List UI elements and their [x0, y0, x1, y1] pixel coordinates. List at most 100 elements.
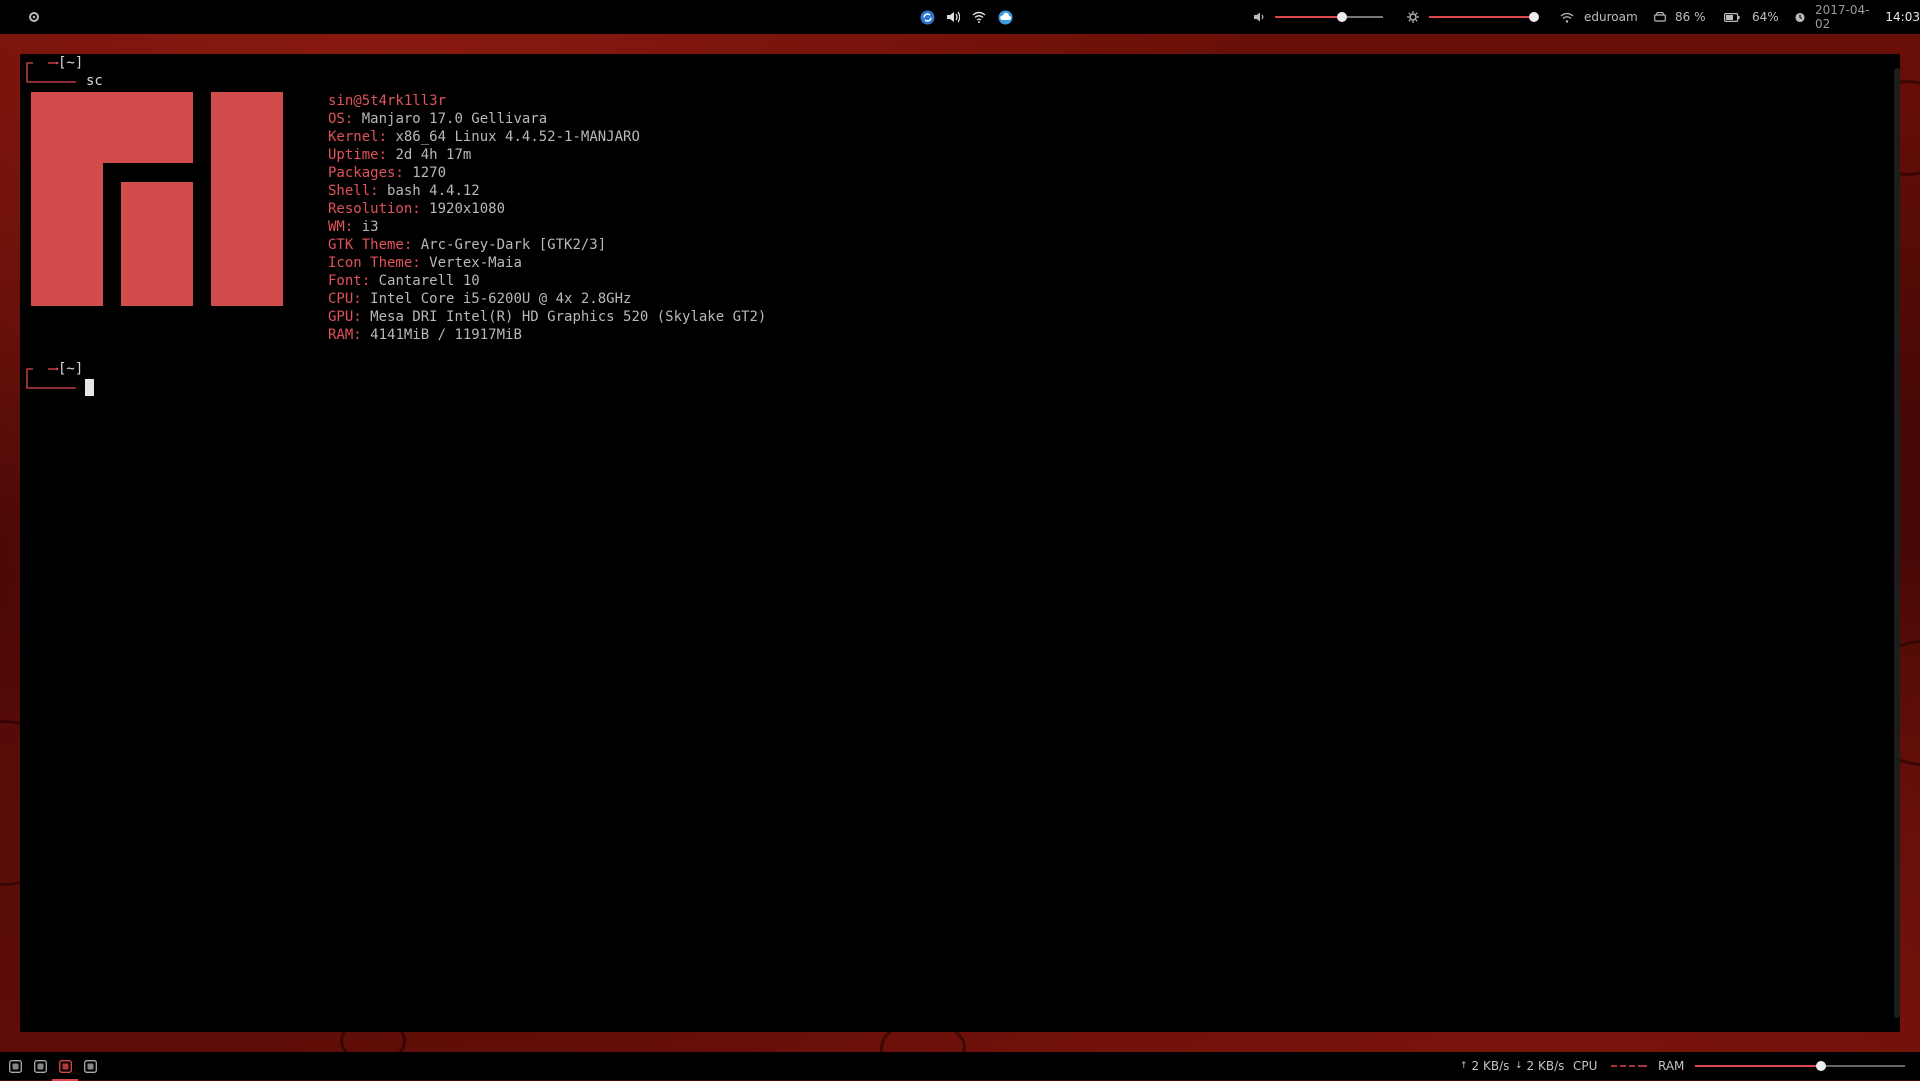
- info-value: Vertex-Maia: [429, 255, 522, 271]
- info-key: Kernel:: [328, 129, 388, 145]
- ram-bar-track: [1695, 1061, 1905, 1071]
- info-key: Icon Theme:: [328, 255, 421, 271]
- workspace-icon: [58, 1059, 72, 1073]
- clock[interactable]: 2017-04-02 14:03: [1795, 0, 1920, 34]
- ram-bar-fill: [1695, 1065, 1821, 1067]
- clock-icon: [1795, 12, 1805, 22]
- disk-icon: [1654, 12, 1666, 22]
- upload-speed: ↑ 2 KB/s: [1460, 1052, 1509, 1080]
- user-host: sin@5t4rk1ll3r: [328, 93, 447, 109]
- typed-command: sc: [86, 73, 103, 89]
- system-info-line: RAM: 4141MiB / 11917MiB: [328, 326, 522, 344]
- logo-block-left: [31, 92, 193, 163]
- terminal-scrollbar[interactable]: [1894, 68, 1900, 1018]
- info-key: Font:: [328, 273, 371, 289]
- system-info-line: CPU: Intel Core i5-6200U @ 4x 2.8GHz: [328, 290, 631, 308]
- wifi-icon: [972, 11, 986, 23]
- speaker-icon: [947, 11, 960, 23]
- info-key: WM:: [328, 219, 354, 235]
- disk-usage: 86 %: [1675, 10, 1706, 24]
- info-value: 4141MiB / 11917MiB: [370, 327, 522, 343]
- brightness-slider-handle[interactable]: [1529, 12, 1539, 22]
- info-key: Uptime:: [328, 147, 388, 163]
- prompt-directory: [~]: [58, 361, 84, 377]
- network-tray-icon[interactable]: [971, 9, 987, 25]
- ram-bar-marker: [1816, 1061, 1826, 1071]
- info-value: x86_64 Linux 4.4.52-1-MANJARO: [395, 129, 640, 145]
- cpu-label: CPU: [1573, 1059, 1598, 1073]
- cpu-monitor: CPU: [1573, 1052, 1648, 1080]
- info-key: OS:: [328, 111, 354, 127]
- brightness-control: [1407, 0, 1419, 34]
- volume-tray-icon[interactable]: [945, 9, 961, 25]
- download-rate: 2 KB/s: [1526, 1059, 1565, 1073]
- brightness-slider[interactable]: [1429, 0, 1539, 34]
- volume-slider[interactable]: [1275, 0, 1383, 34]
- workspace-button[interactable]: [81, 1057, 99, 1075]
- workspace-button[interactable]: [31, 1057, 49, 1075]
- volume-control: [1253, 0, 1265, 34]
- cloud-icon: [998, 10, 1012, 24]
- system-info-line: Shell: bash 4.4.12: [328, 182, 480, 200]
- info-value: 1270: [412, 165, 447, 181]
- info-key: GTK Theme:: [328, 237, 413, 253]
- volume-icon[interactable]: [1253, 12, 1265, 22]
- system-info-line: Resolution: 1920x1080: [328, 200, 505, 218]
- battery-percent: 64%: [1752, 10, 1779, 24]
- info-key: GPU:: [328, 309, 362, 325]
- brightness-icon[interactable]: [1407, 11, 1419, 23]
- logo-block-middle: [121, 182, 193, 306]
- upload-rate: 2 KB/s: [1471, 1059, 1510, 1073]
- prompt-directory: [~]: [58, 55, 84, 71]
- info-value: Manjaro 17.0 Gellivara: [361, 111, 548, 127]
- system-info-line: Icon Theme: Vertex-Maia: [328, 254, 522, 272]
- system-info-line: WM: i3: [328, 218, 379, 236]
- system-info-line: OS: Manjaro 17.0 Gellivara: [328, 110, 547, 128]
- workspace-switcher: [6, 1052, 106, 1081]
- ram-label: RAM: [1658, 1059, 1685, 1073]
- info-key: Resolution:: [328, 201, 421, 217]
- top-panel: eduroam 86 % 64% 2017-04-02 14:03: [0, 0, 1920, 34]
- workspace-icon: [83, 1059, 97, 1073]
- terminal-window[interactable]: [~] sc sin@5t4rk1ll3r OS: Manjaro 17.0 G…: [20, 54, 1900, 1032]
- gear-icon: [29, 12, 39, 22]
- volume-slider-fill: [1275, 16, 1342, 18]
- info-value: 1920x1080: [429, 201, 506, 217]
- brightness-slider-track[interactable]: [1429, 12, 1539, 22]
- battery-status: 64%: [1724, 0, 1779, 34]
- wifi-icon: [1560, 12, 1574, 23]
- system-info-line: GPU: Mesa DRI Intel(R) HD Graphics 520 (…: [328, 308, 766, 326]
- volume-slider-track[interactable]: [1275, 12, 1383, 22]
- download-speed: ↓ 2 KB/s: [1515, 1052, 1564, 1080]
- workspace-button[interactable]: [52, 1057, 78, 1081]
- menu-button[interactable]: [28, 0, 40, 34]
- ram-usage-bar: [1695, 1052, 1905, 1080]
- ram-monitor: RAM: [1658, 1052, 1684, 1080]
- info-key: RAM:: [328, 327, 362, 343]
- disk-status: 86 %: [1654, 0, 1706, 34]
- info-value: bash 4.4.12: [387, 183, 480, 199]
- system-info-line: Kernel: x86_64 Linux 4.4.52-1-MANJARO: [328, 128, 640, 146]
- network-status[interactable]: eduroam: [1560, 0, 1638, 34]
- info-key: Packages:: [328, 165, 404, 181]
- sync-icon: [920, 10, 934, 24]
- info-value: Mesa DRI Intel(R) HD Graphics 520 (Skyla…: [370, 309, 767, 325]
- update-manager-icon[interactable]: [919, 9, 935, 25]
- info-value: i3: [361, 219, 379, 235]
- info-value: 2d 4h 17m: [395, 147, 472, 163]
- clock-time: 14:03: [1885, 10, 1920, 24]
- workspace-button[interactable]: [6, 1057, 24, 1075]
- info-value: Intel Core i5-6200U @ 4x 2.8GHz: [370, 291, 632, 307]
- system-info-line: Uptime: 2d 4h 17m: [328, 146, 471, 164]
- info-key: CPU:: [328, 291, 362, 307]
- arrow-down-icon: ↓: [1515, 1061, 1523, 1071]
- cloud-sync-tray-icon[interactable]: [997, 9, 1013, 25]
- brightness-slider-fill: [1429, 16, 1534, 18]
- info-key: Shell:: [328, 183, 379, 199]
- volume-slider-handle[interactable]: [1336, 12, 1347, 22]
- logo-block-right: [211, 92, 283, 306]
- system-info-line: GTK Theme: Arc-Grey-Dark [GTK2/3]: [328, 236, 606, 254]
- arrow-up-icon: ↑: [1460, 1061, 1468, 1071]
- system-info-line: Font: Cantarell 10: [328, 272, 480, 290]
- terminal-cursor: [85, 379, 94, 396]
